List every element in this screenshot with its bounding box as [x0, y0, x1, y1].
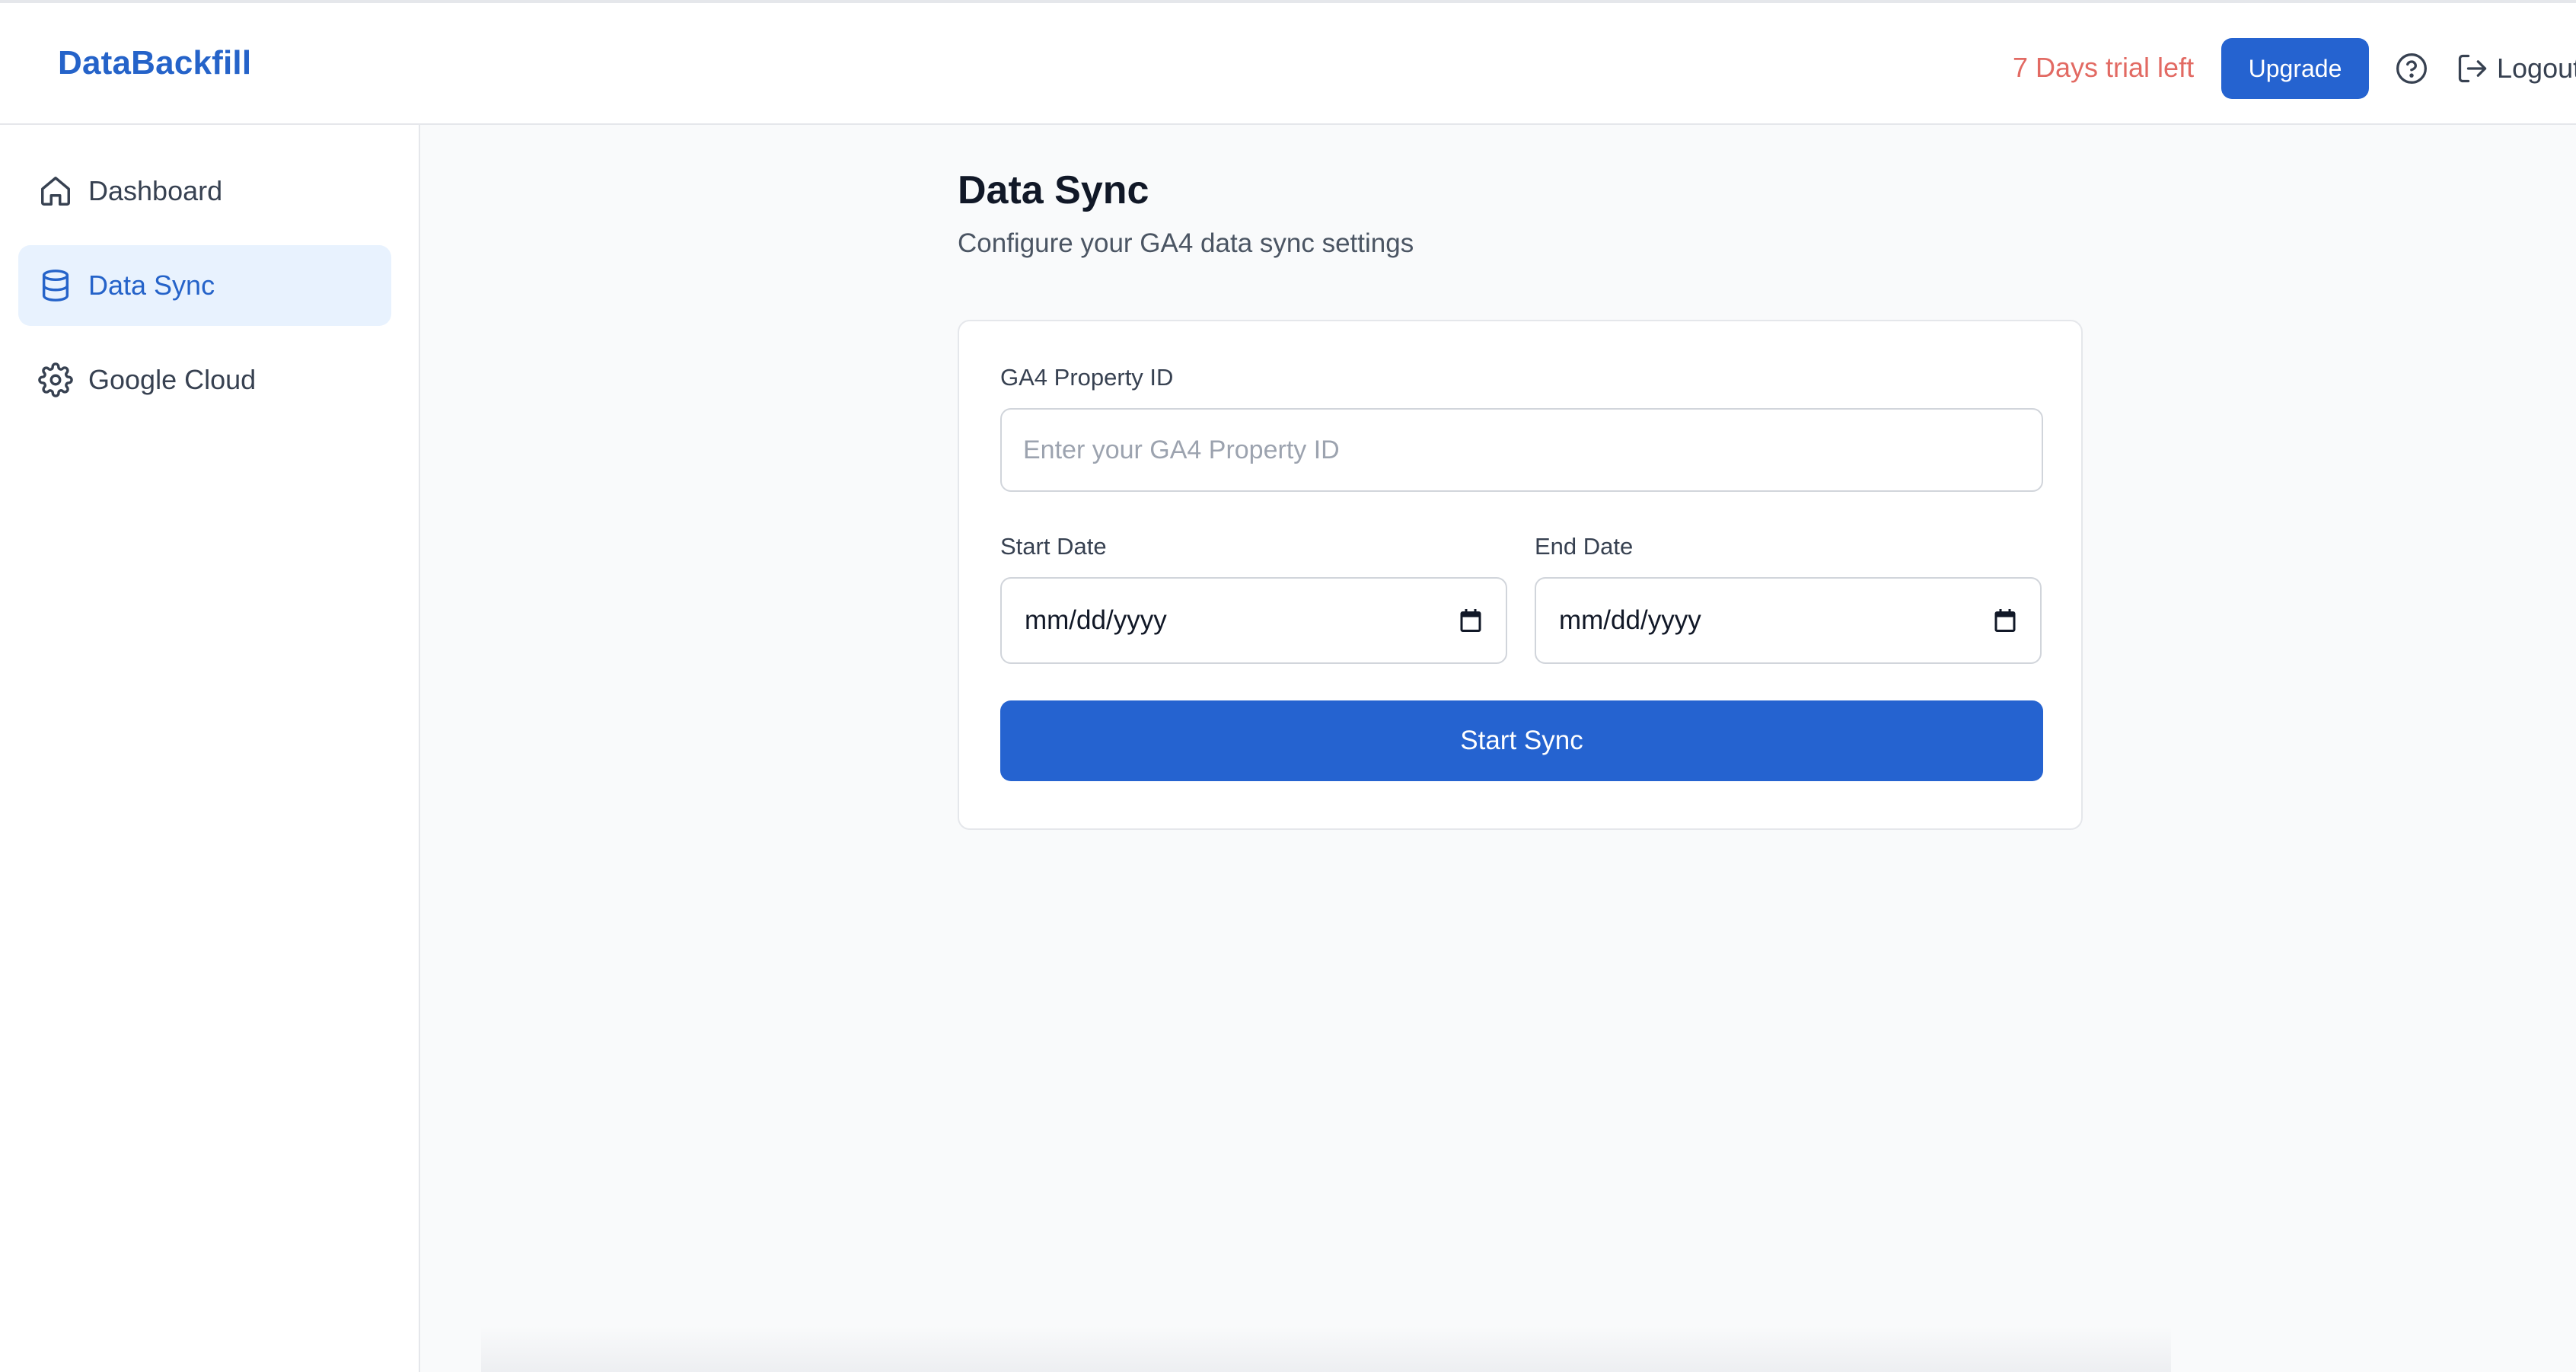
- logout-button[interactable]: Logout: [2456, 49, 2576, 88]
- page-title: Data Sync: [958, 168, 1149, 212]
- property-id-input[interactable]: [1000, 408, 2043, 492]
- end-date-value: mm/dd/yyyy: [1559, 605, 1701, 635]
- start-date-input[interactable]: mm/dd/yyyy: [1000, 577, 1507, 664]
- trial-status: 7 Days trial left: [2013, 52, 2195, 83]
- sidebar: Dashboard Data Sync Google Cloud: [0, 125, 420, 1372]
- calendar-icon[interactable]: [1457, 607, 1484, 634]
- sidebar-item-label: Data Sync: [88, 270, 215, 301]
- question-circle-icon[interactable]: [2395, 52, 2428, 85]
- sync-settings-card: GA4 Property ID Start Date mm/dd/yyyy En…: [958, 320, 2083, 830]
- sidebar-item-dashboard[interactable]: Dashboard: [18, 151, 391, 231]
- property-id-label: GA4 Property ID: [1000, 364, 1174, 391]
- page: DataBackfill 7 Days trial left Upgrade L…: [0, 0, 2576, 1372]
- brand-logo[interactable]: DataBackfill: [58, 44, 251, 82]
- upgrade-button[interactable]: Upgrade: [2221, 38, 2369, 99]
- start-sync-button[interactable]: Start Sync: [1000, 700, 2043, 781]
- calendar-icon[interactable]: [1991, 607, 2019, 634]
- start-date-label: Start Date: [1000, 533, 1107, 560]
- database-icon: [42, 270, 69, 302]
- sidebar-item-label: Google Cloud: [88, 364, 257, 395]
- top-bar: DataBackfill 7 Days trial left Upgrade L…: [0, 0, 2576, 125]
- gear-icon: [38, 362, 73, 397]
- home-icon: [41, 177, 70, 206]
- end-date-label: End Date: [1535, 533, 1634, 560]
- logout-icon: [2458, 54, 2487, 83]
- main-content: Data Sync Configure your GA4 data sync s…: [420, 125, 2576, 1372]
- sidebar-item-google-cloud[interactable]: Google Cloud: [18, 340, 391, 420]
- end-date-input[interactable]: mm/dd/yyyy: [1535, 577, 2042, 664]
- start-date-value: mm/dd/yyyy: [1025, 605, 1167, 635]
- logout-label: Logout: [2497, 53, 2576, 84]
- sidebar-item-data-sync[interactable]: Data Sync: [18, 245, 391, 326]
- page-subtitle: Configure your GA4 data sync settings: [958, 228, 1414, 258]
- sidebar-item-label: Dashboard: [88, 175, 223, 206]
- bottom-shadow: [481, 1326, 2171, 1372]
